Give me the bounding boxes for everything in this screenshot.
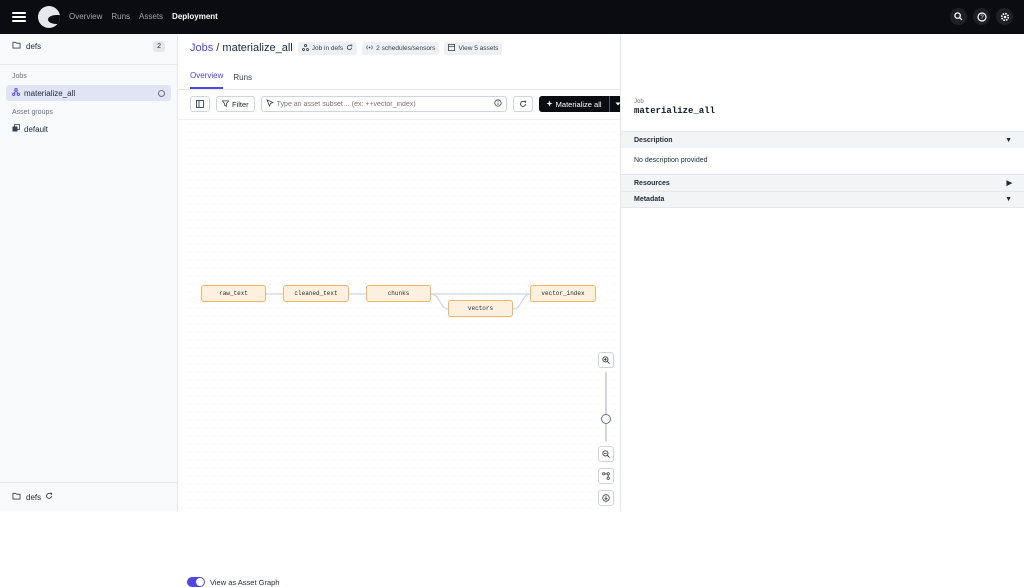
sidebar: defs 2 Jobs materialize_all Asset groups… [0,34,178,511]
nav-runs[interactable]: Runs [111,0,130,34]
download-button[interactable] [598,490,614,506]
sensor-icon [366,44,373,53]
reload-button[interactable] [512,96,533,112]
tag-label: Job in defs [311,44,344,52]
assets-icon [448,43,456,53]
graph-edges [266,293,531,310]
section-description-header[interactable]: Description ▼ [621,131,1024,148]
zoom-slider-handle[interactable] [601,414,611,424]
zoom-in-icon [602,356,610,364]
section-title: Resources [634,179,670,187]
reload-icon[interactable] [45,492,53,502]
zoom-in-button[interactable] [598,352,614,368]
sidebar-item-materialize-all[interactable]: materialize_all [6,85,171,101]
tag-label: 2 schedules/sensors [376,44,436,52]
sidebar-item-label: default [24,124,49,134]
filter-icon [221,99,230,109]
toggle-sidebar-button[interactable] [190,96,210,112]
job-details-panel: Job materialize_all Description ▼ No des… [620,34,1024,511]
footer-code-location-label: defs [26,492,42,502]
job-in-defs-tag[interactable]: Job in defs [297,41,358,55]
help-icon[interactable]: ? [973,8,990,25]
asset-node-chunks[interactable]: chunks [366,285,431,302]
breadcrumb: Jobs / materialize_all [190,42,293,54]
zoom-controls [598,352,614,506]
panel-title: materialize_all [634,106,716,116]
chevron-down-icon: ▼ [1005,136,1012,144]
filter-button[interactable]: Filter [216,96,255,112]
asset-groups-section-title: Asset groups [12,109,53,116]
asset-graph-canvas[interactable]: raw_text cleaned_text chunks vectors vec… [178,119,620,587]
top-actions: ? [950,8,1013,25]
top-nav: Overview Runs Assets Deployment [69,0,227,34]
zoom-out-icon [602,450,610,458]
asset-graph-toggle[interactable]: View as Asset Graph [187,577,279,587]
selection-icon [265,99,274,109]
menu-icon[interactable] [12,12,26,22]
section-metadata-header[interactable]: Metadata ▼ [621,191,1024,208]
code-location-header[interactable]: defs 2 [0,34,177,58]
view-assets-tag[interactable]: View 5 assets [444,41,503,55]
nav-assets[interactable]: Assets [139,0,163,34]
page-title: materialize_all [222,42,293,54]
asset-node-vector-index[interactable]: vector_index [530,285,596,302]
zoom-out-button[interactable] [598,446,614,462]
schedules-sensors-tag[interactable]: 2 schedules/sensors [362,41,440,55]
panel-toggle-icon [196,100,204,108]
chevron-right-icon: ▶ [1006,180,1012,187]
tab-runs[interactable]: Runs [233,73,252,89]
toggle-switch[interactable] [187,577,205,587]
search-input[interactable] [276,100,487,108]
search-icon[interactable] [950,8,967,25]
job-icon [12,88,20,98]
graph-layout-icon [602,472,610,480]
nav-overview[interactable]: Overview [69,0,102,34]
folder-icon [12,492,21,502]
info-icon[interactable] [494,99,502,109]
asset-subset-search[interactable] [260,96,507,112]
sidebar-divider [0,64,177,65]
layout-button[interactable] [598,468,614,484]
chevron-down-icon: ▼ [1005,196,1012,203]
sidebar-item-label: materialize_all [24,88,76,98]
description-text: No description provided [634,157,708,164]
dagster-logo[interactable] [38,6,60,28]
code-location-label: defs [26,41,42,51]
settings-icon[interactable] [996,8,1013,25]
asset-node-vectors[interactable]: vectors [448,300,513,317]
section-resources-header[interactable]: Resources ▶ [621,174,1024,191]
panel-type-label: Job [634,99,644,105]
sidebar-item-default[interactable]: default [6,121,171,137]
info-icon[interactable] [158,89,165,97]
section-title: Metadata [634,196,665,203]
asset-node-cleaned-text[interactable]: cleaned_text [283,285,349,302]
sparkle-icon [546,99,553,109]
code-location-count-badge: 2 [153,40,165,52]
tag-label: View 5 assets [458,44,499,52]
job-icon [301,43,309,53]
graph-toolbar: Filter Materialize all [190,96,626,112]
materialize-all-button[interactable]: Materialize all [538,96,626,112]
top-navigation-bar: Overview Runs Assets Deployment ? [0,0,1024,34]
folder-icon [12,41,21,51]
nav-deployment[interactable]: Deployment [172,0,218,34]
toggle-label: View as Asset Graph [210,577,280,587]
download-icon [602,494,610,502]
asset-node-raw-text[interactable]: raw_text [201,285,266,302]
jobs-section-title: Jobs [12,73,27,80]
breadcrumb-jobs-link[interactable]: Jobs [190,42,213,54]
tab-overview[interactable]: Overview [190,71,224,89]
materialize-label: Materialize all [555,99,602,109]
sidebar-footer[interactable]: defs [0,482,177,511]
filter-label: Filter [232,99,249,109]
asset-group-icon [12,124,20,134]
reload-icon [519,100,526,107]
reload-icon[interactable] [346,44,353,53]
zoom-slider[interactable] [598,372,614,442]
section-title: Description [634,136,673,144]
